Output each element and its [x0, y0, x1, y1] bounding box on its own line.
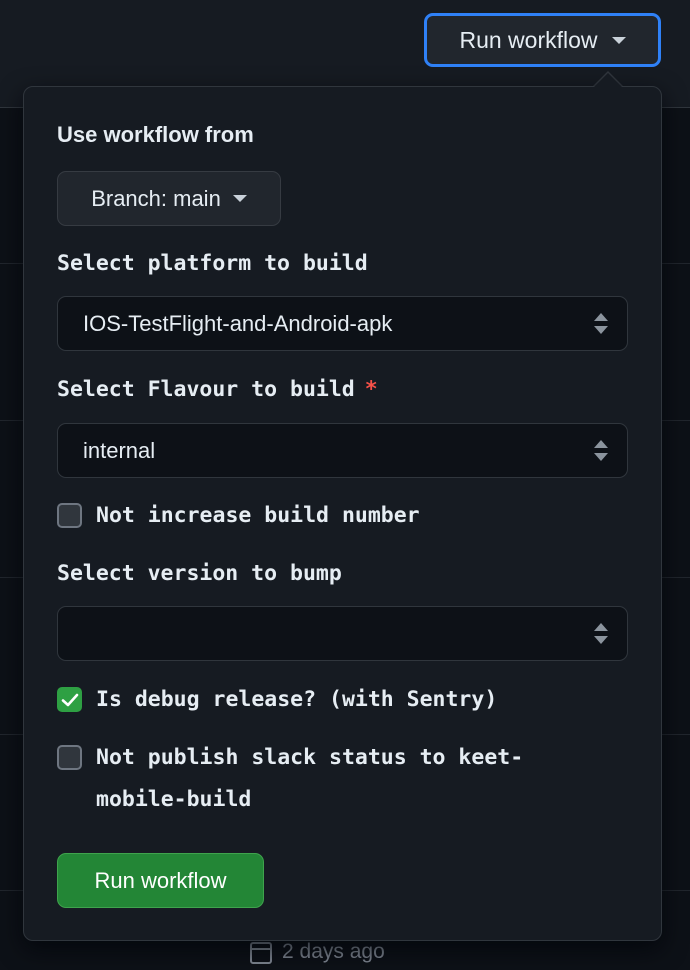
branch-select-button[interactable]: Branch: main [57, 171, 281, 226]
flavour-select-value: internal [83, 437, 156, 463]
platform-select[interactable]: IOS-TestFlight-and-Android-apk [57, 296, 628, 351]
calendar-icon [248, 940, 274, 964]
run-workflow-submit-label: Run workflow [94, 867, 227, 893]
select-arrows-icon [594, 313, 608, 335]
caret-down-icon [611, 36, 626, 44]
run-timestamp: 2 days ago [248, 937, 385, 967]
version-bump-label: Select version to bump [57, 561, 342, 586]
not-publish-slack-label-line2: mobile-build [96, 787, 252, 812]
not-publish-slack-label-line1: Not publish slack status to keet- [96, 745, 524, 770]
branch-select-label: Branch: main [91, 185, 221, 211]
debug-release-checkbox[interactable] [57, 687, 82, 712]
flavour-select-label-text: Select Flavour to build [57, 377, 355, 402]
run-timestamp-text: 2 days ago [282, 940, 385, 963]
checkmark-icon [61, 693, 78, 706]
required-marker: * [364, 377, 378, 402]
run-workflow-dropdown-button[interactable]: Run workflow [424, 13, 661, 67]
select-arrows-icon [594, 440, 608, 462]
flavour-select[interactable]: internal [57, 423, 628, 478]
platform-select-label: Select platform to build [57, 251, 368, 276]
debug-release-label: Is debug release? (with Sentry) [96, 687, 498, 712]
version-bump-select[interactable] [57, 606, 628, 661]
popover-pointer-fill [593, 73, 623, 88]
not-increase-build-checkbox[interactable] [57, 503, 82, 528]
not-increase-build-label: Not increase build number [96, 503, 420, 528]
not-publish-slack-checkbox[interactable] [57, 745, 82, 770]
flavour-select-label: Select Flavour to build * [57, 377, 378, 402]
platform-select-value: IOS-TestFlight-and-Android-apk [83, 310, 393, 336]
caret-down-icon [232, 195, 247, 202]
select-arrows-icon [594, 623, 608, 645]
use-workflow-from-heading: Use workflow from [57, 122, 254, 147]
run-workflow-dropdown-label: Run workflow [459, 26, 598, 53]
run-workflow-submit-button[interactable]: Run workflow [57, 853, 264, 908]
